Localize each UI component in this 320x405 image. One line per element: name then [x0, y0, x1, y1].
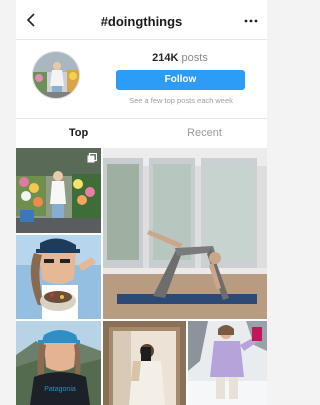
top-posts-note: See a few top posts each week — [129, 96, 233, 105]
grid-post-1[interactable] — [16, 148, 101, 233]
post-grid: Patagonia — [16, 148, 267, 405]
grid-post-3[interactable] — [16, 235, 101, 319]
page-title: #doingthings — [100, 14, 183, 29]
hashtag-avatar — [32, 51, 80, 99]
background-rail — [0, 0, 16, 405]
grid-post-2[interactable] — [103, 148, 267, 319]
tab-recent[interactable]: Recent — [142, 119, 267, 148]
app-screen: #doingthings 214K posts Follow See a few… — [16, 0, 267, 405]
more-horizontal-icon[interactable] — [244, 19, 258, 23]
multiple-images-icon — [87, 153, 97, 163]
posts-count-label: posts — [181, 52, 208, 64]
grid-post-6[interactable] — [188, 321, 267, 405]
follow-button[interactable]: Follow — [116, 70, 245, 90]
tab-bar: Top Recent — [16, 118, 267, 148]
posts-count: 214K posts — [116, 52, 244, 64]
tab-top[interactable]: Top — [16, 119, 141, 148]
posts-count-value: 214K — [152, 52, 179, 64]
grid-post-4[interactable]: Patagonia — [16, 321, 101, 405]
top-bar: #doingthings — [16, 0, 267, 40]
cap-logo-text: Patagonia — [44, 386, 76, 393]
grid-post-5[interactable] — [103, 321, 186, 405]
